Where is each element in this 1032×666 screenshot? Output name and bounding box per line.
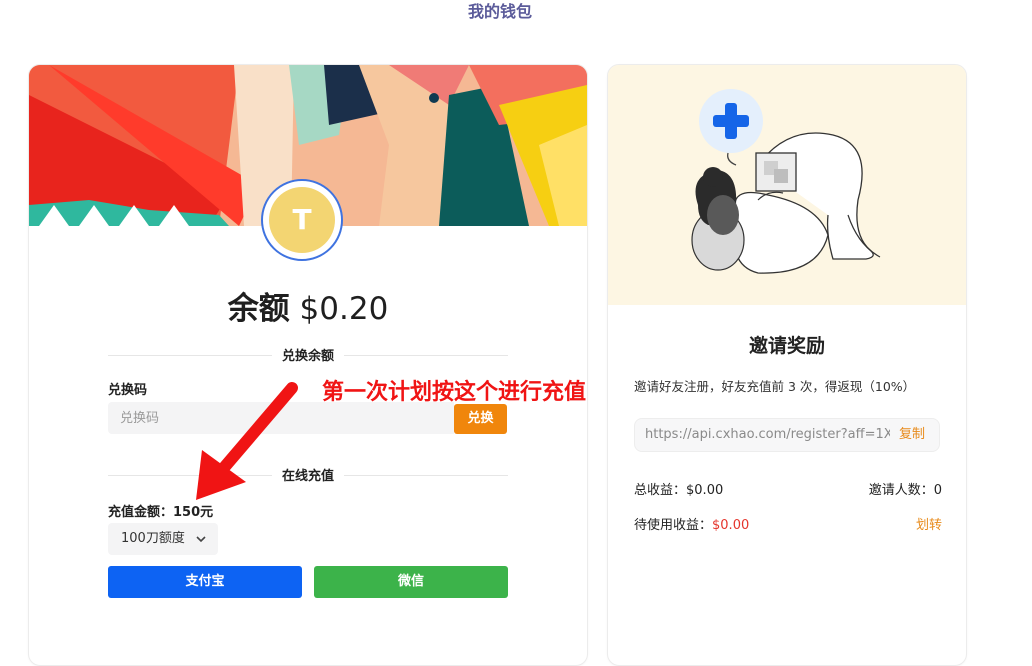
- chevron-down-icon: [196, 536, 206, 543]
- package-select-value: 100刀额度: [121, 531, 185, 546]
- total-income-value: $0.00: [686, 483, 724, 498]
- redeem-button[interactable]: 兑换: [454, 404, 507, 434]
- invite-count-value: 0: [933, 483, 942, 498]
- invite-description: 邀请好友注册，好友充值前 3 次，得返现（10%）: [634, 379, 916, 394]
- total-income: 总收益：$0.00: [634, 479, 723, 498]
- wechat-button[interactable]: 微信: [314, 566, 508, 598]
- avatar-ring: T: [261, 179, 343, 261]
- invite-card: 邀请奖励 邀请好友注册，好友充值前 3 次，得返现（10%） https://a…: [607, 64, 967, 666]
- balance-value: $0.20: [299, 291, 389, 327]
- wallet-card: T 余额 $0.20 兑换余额 兑换码 兑换 在线充值 充值金额：150元 10…: [28, 64, 588, 666]
- invite-title: 邀请奖励: [748, 335, 825, 357]
- arrow-annotation: [196, 382, 298, 500]
- code-label: 兑换码: [108, 383, 148, 398]
- balance-label: 余额: [227, 291, 290, 327]
- invite-count-label: 邀请人数：: [868, 483, 934, 498]
- pending-income-value: $0.00: [712, 518, 750, 533]
- redeem-section-title: 兑换余额: [271, 345, 345, 364]
- alipay-button[interactable]: 支付宝: [108, 566, 302, 598]
- total-income-label: 总收益：: [634, 483, 687, 498]
- avatar: T: [269, 187, 335, 253]
- copy-button[interactable]: 复制: [899, 419, 925, 451]
- transfer-button[interactable]: 划转: [916, 514, 942, 533]
- package-select[interactable]: 100刀额度: [108, 523, 218, 555]
- invite-illustration: [608, 65, 966, 305]
- balance-display: 余额 $0.20: [29, 283, 587, 328]
- redeem-section-divider: 兑换余额: [108, 345, 508, 365]
- invite-link-box: https://api.cxhao.com/register?aff=1Xou …: [634, 418, 940, 452]
- pending-income: 待使用收益：$0.00: [634, 514, 749, 533]
- page-title: 我的钱包: [467, 2, 532, 21]
- recharge-section-divider: 在线充值: [108, 465, 508, 485]
- pending-income-label: 待使用收益：: [634, 518, 713, 533]
- invite-link[interactable]: https://api.cxhao.com/register?aff=1Xou: [645, 419, 890, 451]
- invite-count: 邀请人数：0: [869, 479, 942, 498]
- recharge-amount-label: 充值金额：150元: [108, 505, 214, 520]
- annotation-text: 第一次计划按这个进行充值: [322, 380, 587, 405]
